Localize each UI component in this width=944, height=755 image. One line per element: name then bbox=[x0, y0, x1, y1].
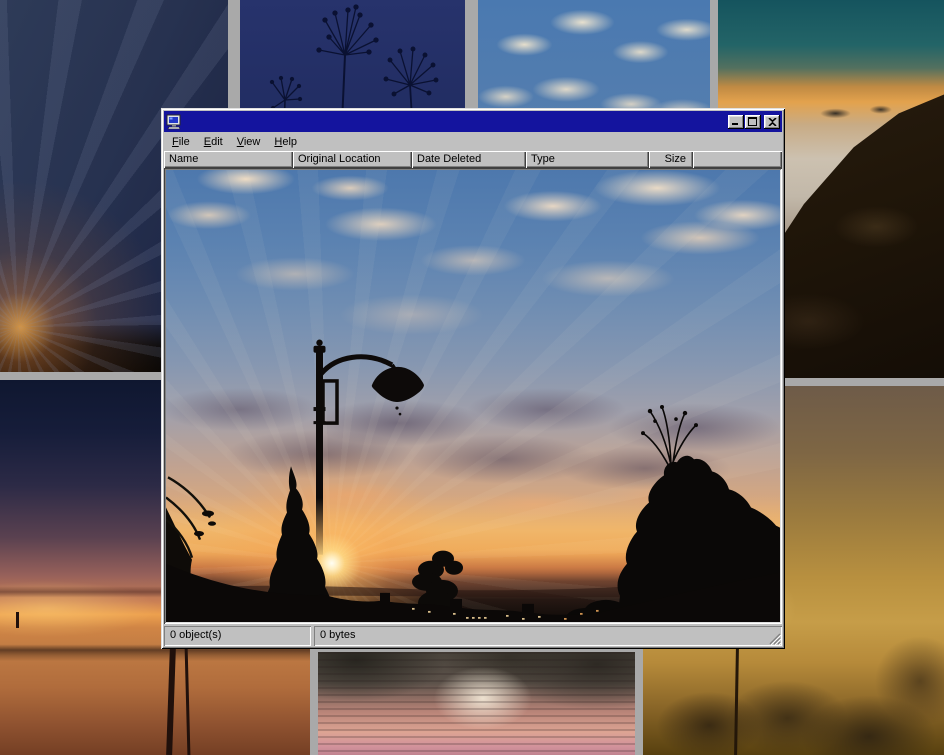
computer-monitor-icon bbox=[166, 114, 182, 130]
street-lamp-silhouette bbox=[314, 340, 425, 555]
status-byte-count: 0 bytes bbox=[314, 626, 782, 646]
column-header-row: Name Original Location Date Deleted Type… bbox=[164, 151, 782, 168]
maximize-icon bbox=[748, 117, 758, 126]
desktop: { "window": { "title": "", "menu": ["Fil… bbox=[0, 0, 944, 755]
column-header-date-deleted[interactable]: Date Deleted bbox=[412, 151, 526, 168]
thin-pole-silhouette bbox=[734, 648, 739, 755]
recycle-bin-window: File Edit View Help Name Original Locati… bbox=[161, 108, 785, 649]
close-icon bbox=[768, 118, 777, 126]
title-bar[interactable] bbox=[164, 111, 782, 132]
menu-help[interactable]: Help bbox=[267, 134, 304, 150]
silhouette-overlay bbox=[166, 170, 780, 622]
status-object-count: 0 object(s) bbox=[164, 626, 311, 646]
column-header-original-location[interactable]: Original Location bbox=[293, 151, 412, 168]
column-header-filler bbox=[693, 151, 782, 168]
water-pole-silhouette bbox=[16, 612, 19, 628]
menu-file[interactable]: File bbox=[165, 134, 197, 150]
menu-bar: File Edit View Help bbox=[164, 132, 782, 151]
resize-grip-icon[interactable] bbox=[768, 632, 781, 645]
column-header-name[interactable]: Name bbox=[164, 151, 293, 168]
maximize-button[interactable] bbox=[745, 115, 761, 129]
minimize-icon bbox=[731, 117, 741, 126]
menu-view[interactable]: View bbox=[230, 134, 268, 150]
column-header-type[interactable]: Type bbox=[526, 151, 649, 168]
menu-edit[interactable]: Edit bbox=[197, 134, 230, 150]
sunset-lamppost-photo bbox=[166, 170, 780, 622]
close-button[interactable] bbox=[764, 115, 780, 129]
background-photo-pink-water-reflection bbox=[318, 652, 635, 755]
column-header-size[interactable]: Size bbox=[649, 151, 693, 168]
window-content-area[interactable] bbox=[164, 168, 782, 624]
water-pole-silhouette bbox=[166, 648, 176, 755]
minimize-button[interactable] bbox=[728, 115, 744, 129]
water-pole-silhouette bbox=[185, 646, 191, 755]
status-bar: 0 object(s) 0 bytes bbox=[164, 626, 782, 646]
